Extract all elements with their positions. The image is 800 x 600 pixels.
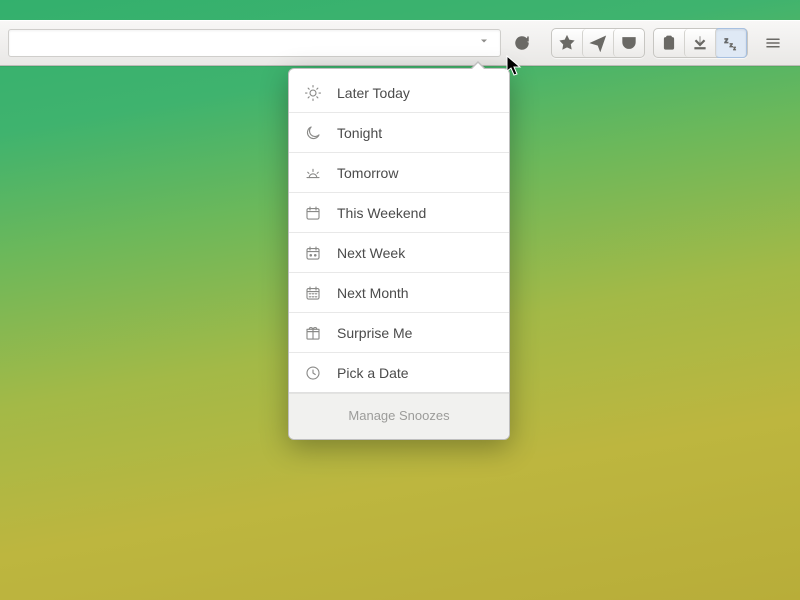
clock-icon [303, 363, 323, 383]
manage-snoozes-label: Manage Snoozes [348, 408, 449, 423]
menu-item-label: Next Week [337, 245, 495, 261]
pocket-button[interactable] [613, 29, 644, 57]
url-bar[interactable] [8, 29, 501, 57]
menu-item-label: Surprise Me [337, 325, 495, 341]
gift-icon [303, 323, 323, 343]
moon-icon [303, 123, 323, 143]
snooze-button[interactable]: z z z [715, 28, 747, 58]
send-button[interactable] [582, 29, 613, 57]
clipboard-button[interactable] [654, 29, 684, 57]
hamburger-menu-button[interactable] [759, 29, 787, 57]
menu-item-this-weekend[interactable]: This Weekend [289, 193, 509, 233]
menu-item-label: Tonight [337, 125, 495, 141]
menu-item-label: Next Month [337, 285, 495, 301]
toolbar-group-1 [551, 28, 645, 58]
menu-item-label: Tomorrow [337, 165, 495, 181]
menu-item-surprise-me[interactable]: Surprise Me [289, 313, 509, 353]
svg-text:z: z [724, 36, 728, 45]
sunrise-icon [303, 163, 323, 183]
calendar-dots-icon [303, 243, 323, 263]
dropdown-chevron-icon[interactable] [474, 32, 494, 54]
sun-outline-icon [303, 83, 323, 103]
menu-item-pick-a-date[interactable]: Pick a Date [289, 353, 509, 393]
calendar-grid-icon [303, 283, 323, 303]
reload-button[interactable] [508, 29, 536, 57]
menu-item-next-month[interactable]: Next Month [289, 273, 509, 313]
menu-item-label: Pick a Date [337, 365, 495, 381]
snooze-menu: Later Today Tonight Tomorrow This Weeken… [288, 68, 510, 440]
menu-item-next-week[interactable]: Next Week [289, 233, 509, 273]
bookmark-star-button[interactable] [552, 29, 582, 57]
stage: z z z Later Today [0, 0, 800, 600]
menu-item-label: Later Today [337, 85, 495, 101]
snooze-menu-list: Later Today Tonight Tomorrow This Weeken… [289, 69, 509, 393]
menu-item-tomorrow[interactable]: Tomorrow [289, 153, 509, 193]
toolbar-group-2: z z z [653, 28, 748, 58]
menu-item-tonight[interactable]: Tonight [289, 113, 509, 153]
manage-snoozes-link[interactable]: Manage Snoozes [289, 393, 509, 439]
download-button[interactable] [684, 29, 715, 57]
menu-item-label: This Weekend [337, 205, 495, 221]
cursor-icon [506, 55, 522, 77]
svg-text:z: z [733, 46, 736, 52]
menu-item-later-today[interactable]: Later Today [289, 73, 509, 113]
browser-toolbar: z z z [0, 20, 800, 66]
calendar-icon [303, 203, 323, 223]
